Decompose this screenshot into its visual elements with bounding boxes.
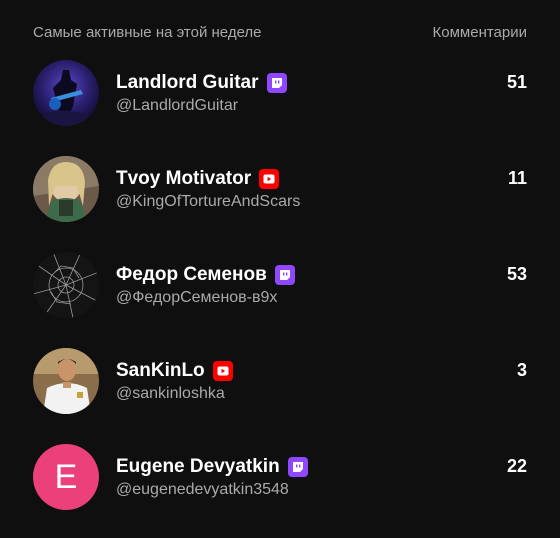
comment-count: 51	[506, 72, 527, 92]
channel-handle: @KingOfTortureAndScars	[116, 193, 301, 210]
comment-count: 22	[506, 456, 527, 476]
avatar[interactable]	[33, 348, 99, 414]
guitarist-avatar	[33, 60, 99, 126]
channel-handle: @LandlordGuitar	[116, 97, 239, 114]
anime-character-avatar	[33, 156, 99, 222]
comment-count: 53	[506, 264, 527, 284]
avatar[interactable]: E	[33, 444, 99, 510]
comment-count: 3	[516, 360, 527, 380]
list-item[interactable]: Landlord Guitar @LandlordGuitar 51	[0, 58, 560, 154]
comments-column-label: Комментарии	[432, 24, 527, 41]
youtube-icon	[212, 361, 233, 381]
channel-handle: @ФедорСеменов-в9х	[116, 289, 278, 306]
twitch-icon	[266, 73, 287, 93]
channel-name[interactable]: SanKinLo	[116, 360, 205, 382]
avatar[interactable]	[33, 252, 99, 318]
twitch-icon	[287, 457, 308, 477]
channel-name[interactable]: Tvoy Motivator	[116, 168, 251, 190]
twitch-icon	[274, 265, 295, 285]
channel-name[interactable]: Landlord Guitar	[116, 72, 259, 94]
leaderboard-header: Самые активные на этой неделе Комментари…	[0, 0, 560, 60]
cracked-glass-avatar	[33, 252, 99, 318]
channel-handle: @sankinloshka	[116, 385, 225, 402]
channel-name[interactable]: Федор Семенов	[116, 264, 267, 286]
comment-count: 11	[507, 168, 527, 188]
avatar[interactable]	[33, 156, 99, 222]
football-player-avatar	[33, 348, 99, 414]
list-item[interactable]: Tvoy Motivator @KingOfTortureAndScars 11	[0, 154, 560, 250]
list-item[interactable]: SanKinLo @sankinloshka 3	[0, 346, 560, 442]
channel-name[interactable]: Eugene Devyatkin	[116, 456, 280, 478]
avatar[interactable]	[33, 60, 99, 126]
list-item[interactable]: E Eugene Devyatkin @eugenedevyatkin3548 …	[0, 442, 560, 538]
leaderboard-title: Самые активные на этой неделе	[33, 24, 262, 41]
youtube-icon	[259, 169, 280, 189]
channel-handle: @eugenedevyatkin3548	[116, 481, 289, 498]
top-commenters-list: Landlord Guitar @LandlordGuitar 51 Tvoy …	[0, 58, 560, 538]
list-item[interactable]: Федор Семенов @ФедорСеменов-в9х 53	[0, 250, 560, 346]
